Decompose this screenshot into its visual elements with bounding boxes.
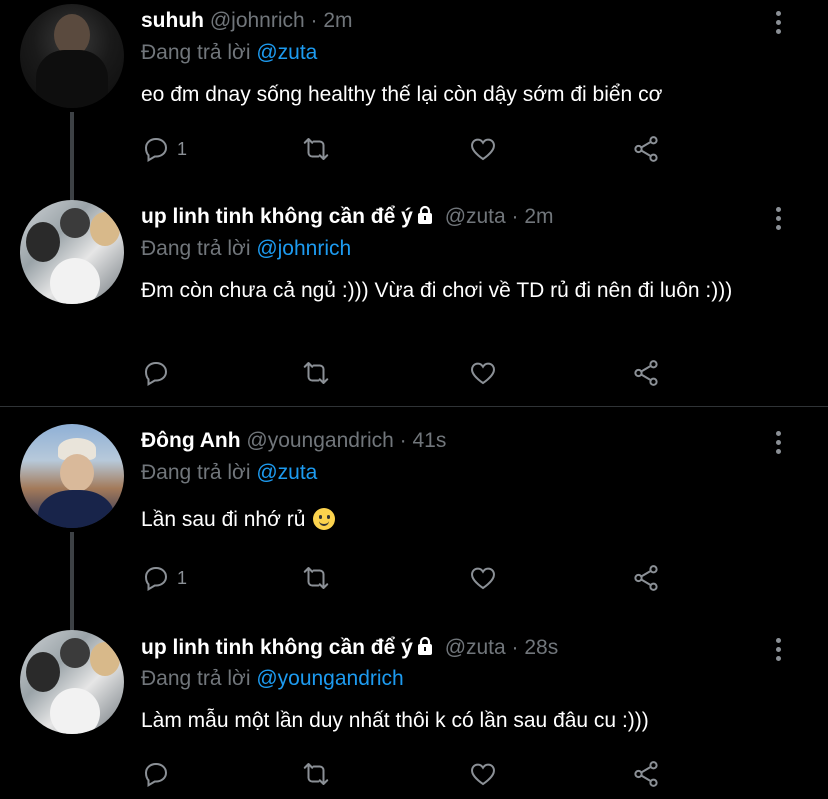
retweet-icon (303, 362, 329, 384)
action-bar: 1 (141, 133, 701, 165)
replying-to: Đang trả lời @johnrich (141, 236, 351, 262)
reply-icon (144, 566, 168, 592)
tweet-header: suhuh @johnrich · 2m (141, 8, 353, 34)
retweet-button[interactable] (301, 758, 331, 790)
share-icon (634, 360, 658, 386)
tweet[interactable]: suhuh @johnrich · 2m Đang trả lời @zuta … (0, 0, 828, 200)
reply-icon (144, 137, 168, 163)
mention-link[interactable]: @youngandrich (256, 667, 403, 690)
slightly-smiling-face-icon (313, 508, 336, 530)
action-bar (141, 357, 701, 389)
replying-to-label: Đang trả lời (141, 237, 251, 260)
more-options-icon[interactable] (776, 207, 782, 234)
reply-icon (144, 762, 168, 788)
share-icon (634, 761, 658, 787)
display-name[interactable]: suhuh (141, 9, 204, 32)
share-button[interactable] (631, 758, 661, 790)
heart-icon (471, 138, 495, 161)
tweet[interactable]: Đông Anh @youngandrich · 41s Đang trả lờ… (0, 420, 828, 630)
replying-to: Đang trả lời @zuta (141, 460, 317, 486)
retweet-icon (303, 138, 329, 160)
tweet-header: up linh tinh không cần để ý @zuta · 2m (141, 204, 554, 230)
share-button[interactable] (631, 357, 661, 389)
reply-icon (144, 361, 168, 387)
replying-to-label: Đang trả lời (141, 461, 251, 484)
reply-count: 1 (177, 567, 188, 588)
like-button[interactable] (468, 758, 498, 790)
action-bar (141, 758, 701, 790)
like-button[interactable] (468, 357, 498, 389)
timestamp[interactable]: · 28s (512, 636, 559, 659)
timestamp[interactable]: · 2m (311, 9, 353, 32)
reply-button[interactable] (141, 357, 177, 389)
tweet-header: up linh tinh không cần để ý @zuta · 28s (141, 635, 558, 661)
user-handle[interactable]: @johnrich (210, 9, 305, 32)
user-handle[interactable]: @zuta (445, 205, 506, 228)
share-icon (634, 565, 658, 591)
retweet-button[interactable] (301, 357, 331, 389)
share-button[interactable] (631, 562, 661, 594)
more-options-icon[interactable] (776, 11, 782, 38)
tweet-text-content: Lần sau đi nhớ rủ (141, 508, 306, 531)
mention-link[interactable]: @johnrich (256, 237, 351, 260)
user-handle[interactable]: @youngandrich (246, 429, 393, 452)
tweet-text: eo đm dnay sống healthy thế lại còn dậy … (141, 83, 663, 106)
reply-button[interactable]: 1 (141, 562, 187, 594)
display-name[interactable]: up linh tinh không cần để ý (141, 636, 413, 659)
tweet-header: Đông Anh @youngandrich · 41s (141, 428, 446, 454)
replying-to: Đang trả lời @youngandrich (141, 666, 404, 692)
retweet-icon (303, 763, 329, 785)
thread-divider (0, 406, 828, 407)
like-button[interactable] (468, 133, 498, 165)
retweet-button[interactable] (301, 562, 331, 594)
retweet-icon (303, 567, 329, 589)
reply-button[interactable]: 1 (141, 133, 187, 165)
replying-to: Đang trả lời @zuta (141, 40, 317, 66)
avatar[interactable] (20, 630, 124, 734)
replying-to-label: Đang trả lời (141, 667, 251, 690)
user-handle[interactable]: @zuta (445, 636, 506, 659)
like-button[interactable] (468, 562, 498, 594)
reply-button[interactable] (141, 758, 177, 790)
heart-icon (471, 567, 495, 590)
share-button[interactable] (631, 133, 661, 165)
timestamp[interactable]: · 2m (512, 205, 554, 228)
retweet-button[interactable] (301, 133, 331, 165)
display-name[interactable]: up linh tinh không cần để ý (141, 205, 413, 228)
tweet[interactable]: up linh tinh không cần để ý @zuta · 2m Đ… (0, 200, 828, 406)
action-bar: 1 (141, 562, 701, 594)
display-name[interactable]: Đông Anh (141, 429, 241, 452)
tweet[interactable]: up linh tinh không cần để ý @zuta · 28s … (0, 630, 828, 799)
reply-count: 1 (177, 138, 188, 159)
share-icon (634, 136, 658, 162)
mention-link[interactable]: @zuta (256, 41, 317, 64)
tweet-text: Làm mẫu một lần duy nhất thôi k có lần s… (141, 709, 649, 732)
replying-to-label: Đang trả lời (141, 41, 251, 64)
heart-icon (471, 763, 495, 786)
avatar[interactable] (20, 200, 124, 304)
tweet-text: Lần sau đi nhớ rủ (141, 505, 781, 534)
tweet-text: Đm còn chưa cả ngủ :))) Vừa đi chơi về T… (141, 279, 733, 302)
heart-icon (471, 362, 495, 385)
lock-icon (417, 205, 432, 224)
timestamp[interactable]: · 41s (400, 429, 447, 452)
avatar[interactable] (20, 4, 124, 108)
more-options-icon[interactable] (776, 638, 782, 665)
lock-icon (417, 636, 432, 655)
avatar[interactable] (20, 424, 124, 528)
mention-link[interactable]: @zuta (256, 461, 317, 484)
more-options-icon[interactable] (776, 431, 782, 458)
